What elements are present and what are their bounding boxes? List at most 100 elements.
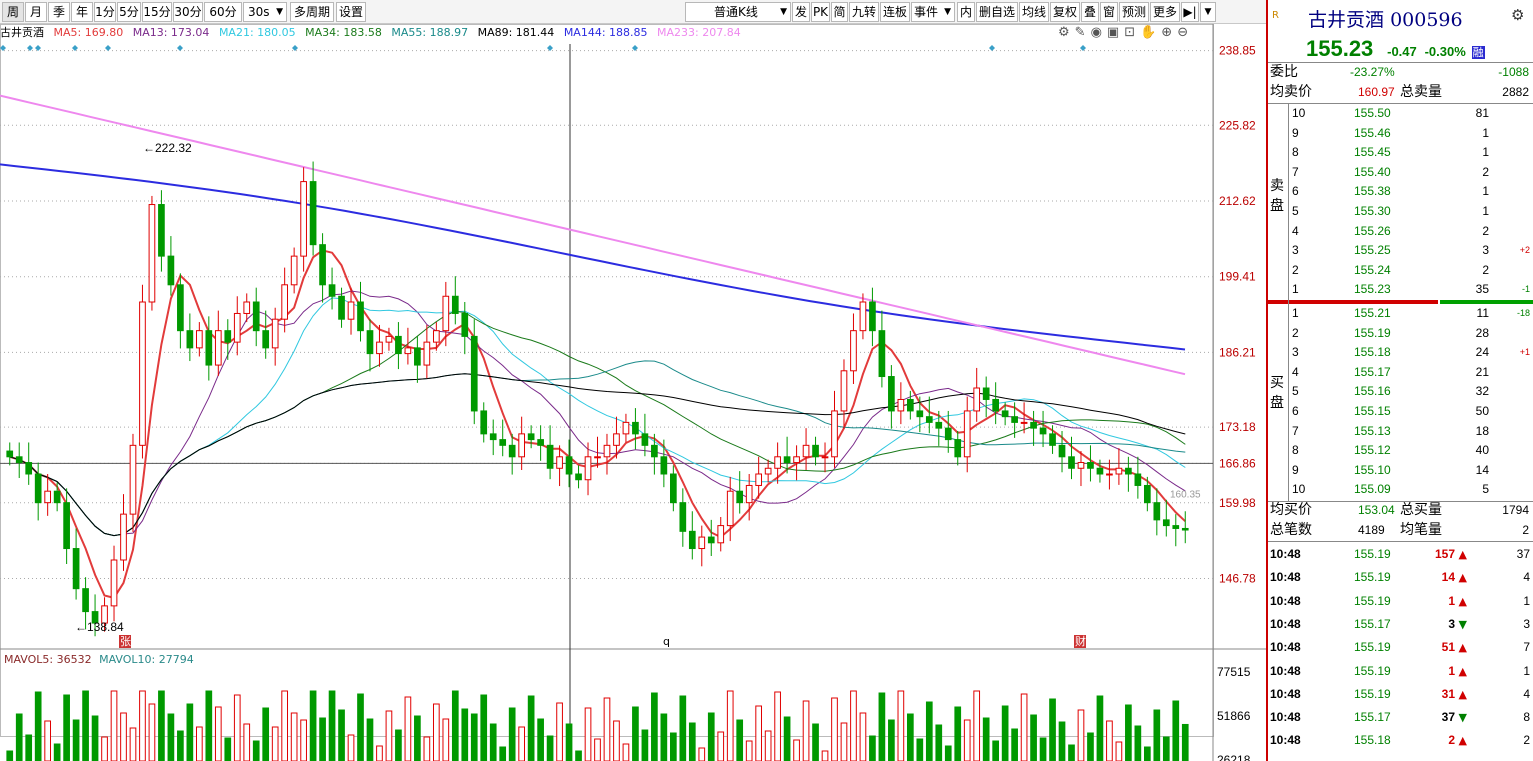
candle-body bbox=[404, 347, 412, 355]
event-marker: 张 bbox=[120, 635, 131, 648]
tick-row[interactable]: 10:48 155.17 37 8 ▼ bbox=[1268, 708, 1533, 727]
volume-bar bbox=[1115, 741, 1123, 761]
period-season-button[interactable]: 季 bbox=[48, 2, 70, 22]
kline-chart[interactable]: 238.85 225.82 212.62 199.41 186.21 173.18 166.… bbox=[0, 24, 1266, 761]
price-tick-label: 212.62 bbox=[1219, 194, 1256, 208]
bid-row[interactable]: 3 155.18 24 +1 bbox=[1268, 343, 1533, 362]
ask-level: 9 bbox=[1292, 125, 1299, 140]
period-5min-button[interactable]: 5分 bbox=[117, 2, 141, 22]
ask-row[interactable]: 3 155.25 3 +2 bbox=[1268, 241, 1533, 260]
volume-bar bbox=[925, 701, 933, 761]
ask-volume: 2 bbox=[1482, 262, 1489, 277]
tick-row[interactable]: 10:48 155.19 14 4 ▲ bbox=[1268, 568, 1533, 587]
price-line: 155.23 -0.47 -0.30% 融 bbox=[1306, 36, 1485, 62]
arrow-up-icon: ▲ bbox=[1458, 594, 1467, 608]
bid-price: 155.15 bbox=[1354, 404, 1391, 418]
tick-row[interactable]: 10:48 155.19 1 1 ▲ bbox=[1268, 592, 1533, 611]
tool-overlay-button[interactable]: 叠 bbox=[1081, 2, 1099, 22]
tick-time: 10:48 bbox=[1270, 733, 1301, 748]
tool-lianban-button[interactable]: 连板 bbox=[880, 2, 910, 22]
volume-bar bbox=[878, 692, 886, 761]
tick-volume: 1 bbox=[1448, 593, 1455, 608]
bid-volume: 40 bbox=[1475, 443, 1489, 458]
volume-bar bbox=[44, 720, 52, 761]
volume-bar bbox=[869, 735, 876, 761]
tick-row[interactable]: 10:48 155.18 2 2 ▲ bbox=[1268, 731, 1533, 750]
bid-row[interactable]: 6 155.15 50 bbox=[1268, 402, 1533, 421]
tool-jiuzhuan-button[interactable]: 九转 bbox=[849, 2, 879, 22]
panel-toggle-icon[interactable]: ▶| bbox=[1181, 2, 1199, 22]
tool-pk-button[interactable]: PK bbox=[811, 2, 830, 22]
tool-window-button[interactable]: 窗 bbox=[1100, 2, 1118, 22]
ask-row[interactable]: 4 155.26 2 bbox=[1268, 222, 1533, 241]
tick-volume: 1 bbox=[1448, 663, 1455, 678]
volume-bar bbox=[101, 736, 108, 761]
tool-adjust-button[interactable]: 复权 bbox=[1050, 2, 1080, 22]
ask-row[interactable]: 7 155.40 2 bbox=[1268, 163, 1533, 182]
tick-price: 155.18 bbox=[1354, 733, 1391, 748]
period-30min-button[interactable]: 30分 bbox=[173, 2, 203, 22]
volume-bar bbox=[91, 715, 99, 761]
settings-button[interactable]: 设置 bbox=[336, 2, 366, 22]
price-tick-label: 199.41 bbox=[1219, 270, 1256, 284]
period-month-button[interactable]: 月 bbox=[25, 2, 47, 22]
tick-row[interactable]: 10:48 155.19 31 4 ▲ bbox=[1268, 685, 1533, 704]
volume-bar bbox=[110, 690, 118, 761]
tick-time: 10:48 bbox=[1270, 570, 1301, 585]
volume-bar bbox=[565, 723, 573, 761]
tool-events-dropdown[interactable]: 事件 ▼ bbox=[911, 2, 955, 22]
period-year-button[interactable]: 年 bbox=[71, 2, 93, 22]
quote-panel: R 古井贡酒 000596 ⚙ 155.23 -0.47 -0.30% 融 委比… bbox=[1266, 0, 1533, 761]
bid-row[interactable]: 1 155.21 11 -18 bbox=[1268, 304, 1533, 323]
bid-row[interactable]: 5 155.16 32 bbox=[1268, 382, 1533, 401]
tick-row[interactable]: 10:48 155.19 51 7 ▲ bbox=[1268, 638, 1533, 657]
ask-row[interactable]: 6 155.38 1 bbox=[1268, 182, 1533, 201]
tool-forecast-button[interactable]: 预测 bbox=[1119, 2, 1149, 22]
volume-bar bbox=[290, 712, 298, 761]
tick-row[interactable]: 10:48 155.19 157 37 ▲ bbox=[1268, 545, 1533, 564]
ask-row[interactable]: 2 155.24 2 bbox=[1268, 261, 1533, 280]
bid-row[interactable]: 9 155.10 14 bbox=[1268, 461, 1533, 480]
tick-row[interactable]: 10:48 155.17 3 3 ▼ bbox=[1268, 615, 1533, 634]
tick-time: 10:48 bbox=[1270, 616, 1301, 631]
gear-icon[interactable]: ⚙ bbox=[1511, 6, 1524, 24]
bid-row[interactable]: 7 155.13 18 bbox=[1268, 422, 1533, 441]
ask-delta: +2 bbox=[1519, 245, 1530, 256]
period-1min-button[interactable]: 1分 bbox=[94, 2, 116, 22]
ask-volume: 35 bbox=[1475, 282, 1489, 297]
period-week-button[interactable]: 周 bbox=[2, 2, 24, 22]
candle-body bbox=[1087, 462, 1094, 469]
volume-bar bbox=[726, 690, 734, 761]
tool-fa-button[interactable]: 发 bbox=[792, 2, 810, 22]
ma5-line bbox=[9, 249, 1186, 599]
bid-row[interactable]: 10 155.09 5 bbox=[1268, 480, 1533, 499]
total-buy-label: 总买量 bbox=[1400, 502, 1442, 518]
period-15min-button[interactable]: 15分 bbox=[142, 2, 172, 22]
candle-body bbox=[641, 433, 649, 446]
tool-nei-button[interactable]: 内 bbox=[957, 2, 975, 22]
tool-more-button[interactable]: 更多 bbox=[1150, 2, 1180, 22]
ask-row[interactable]: 1 155.23 35 -1 bbox=[1268, 280, 1533, 299]
bid-row[interactable]: 2 155.19 28 bbox=[1268, 324, 1533, 343]
multi-period-button[interactable]: 多周期 bbox=[290, 2, 334, 22]
period-60min-button[interactable]: 60分 bbox=[204, 2, 242, 22]
tool-ma-button[interactable]: 均线 bbox=[1019, 2, 1049, 22]
period-30s-dropdown[interactable]: 30s ▼ bbox=[243, 2, 287, 22]
bid-row[interactable]: 8 155.12 40 bbox=[1268, 441, 1533, 460]
tool-jian-button[interactable]: 简 bbox=[831, 2, 848, 22]
candle-body bbox=[205, 330, 213, 366]
chevron-down-icon[interactable]: ▼ bbox=[1200, 2, 1216, 22]
candle-body bbox=[632, 421, 639, 435]
ask-row[interactable]: 10 155.50 81 bbox=[1268, 104, 1533, 123]
bid-row[interactable]: 4 155.17 21 bbox=[1268, 363, 1533, 382]
volume-bar bbox=[357, 693, 364, 761]
ask-row[interactable]: 8 155.45 1 bbox=[1268, 143, 1533, 162]
ask-row[interactable]: 5 155.30 1 bbox=[1268, 202, 1533, 221]
candle-body bbox=[489, 433, 497, 441]
tick-row[interactable]: 10:48 155.19 1 1 ▲ bbox=[1268, 662, 1533, 681]
volume-bar bbox=[461, 708, 469, 761]
ask-row[interactable]: 9 155.46 1 bbox=[1268, 124, 1533, 143]
tool-remove-watchlist-button[interactable]: 删自选 bbox=[976, 2, 1018, 22]
chart-type-dropdown[interactable]: 普通K线 ▼ bbox=[685, 2, 791, 22]
tick-time: 10:48 bbox=[1270, 663, 1301, 678]
